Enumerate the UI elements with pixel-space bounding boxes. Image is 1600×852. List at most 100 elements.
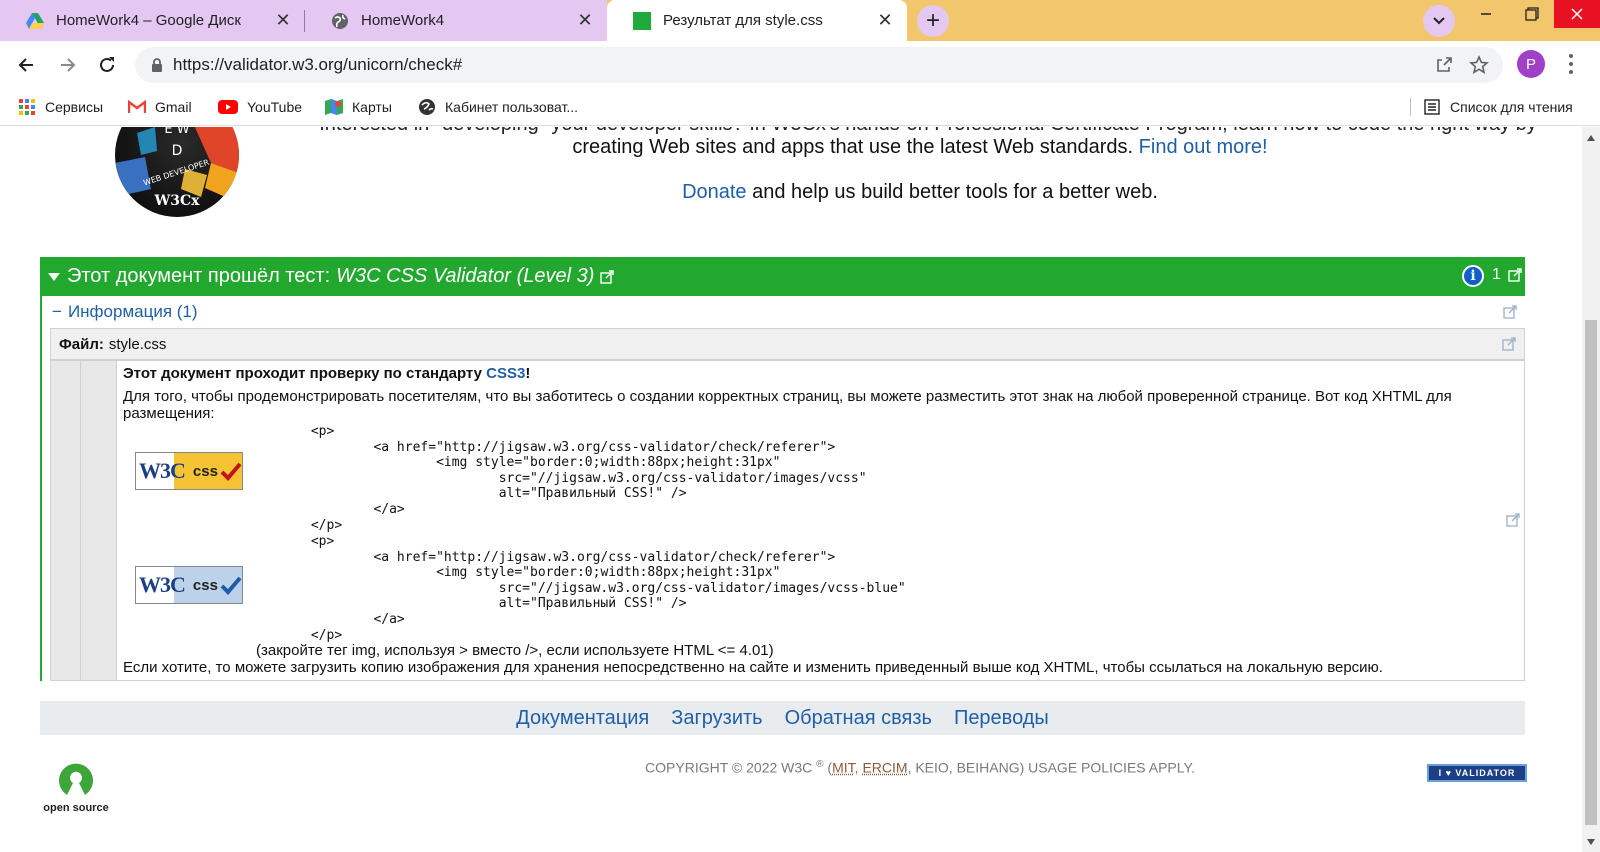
close-icon <box>1571 8 1583 20</box>
result-header[interactable]: Этот документ прошёл тест: W3C CSS Valid… <box>40 257 1525 296</box>
chevron-down-icon <box>1433 17 1445 25</box>
code-snippet-vcss: <p> <a href="http://jigsaw.w3.org/css-va… <box>310 424 867 533</box>
w3cx-developer-logo[interactable]: E W D WEB DEVELOPER W3Cx <box>115 127 239 217</box>
bookmark-label: YouTube <box>247 99 303 115</box>
external-link-icon[interactable] <box>600 269 615 284</box>
external-link-icon[interactable] <box>1502 337 1516 351</box>
tab-title: HomeWork4 <box>361 12 445 29</box>
file-row: Файл: style.css <box>50 328 1525 360</box>
tab-title: HomeWork4 – Google Диск <box>56 12 241 29</box>
message-content: Этот документ проходит проверку по станд… <box>123 361 1518 680</box>
donate-rest-text: and help us build better tools for a bet… <box>746 181 1158 203</box>
collapse-arrow-icon[interactable] <box>48 272 60 281</box>
external-link-icon[interactable] <box>1508 268 1522 282</box>
profile-avatar[interactable]: P <box>1517 50 1545 78</box>
maps-icon <box>325 98 343 116</box>
tab-bar: HomeWork4 – Google Диск ✕ HomeWork4 ✕ Ре… <box>0 0 1600 41</box>
open-source-logo[interactable]: open source <box>40 758 110 814</box>
bookmarks-divider <box>1410 98 1411 116</box>
reading-list-button[interactable]: Список для чтения <box>1423 96 1573 118</box>
page-scrollbar[interactable] <box>1582 127 1600 852</box>
bookmark-label: Карты <box>352 99 392 115</box>
message-title: Этот документ проходит проверку по станд… <box>123 365 530 382</box>
bookmark-cabinet[interactable]: Кабинет пользоват... <box>418 96 578 118</box>
youtube-icon <box>218 98 238 116</box>
back-button[interactable] <box>10 49 42 81</box>
promo-text: creating Web sites and apps that use the… <box>572 136 1134 158</box>
footer-link-documentation[interactable]: Документация <box>516 707 649 730</box>
bookmark-maps[interactable]: Карты <box>325 96 392 118</box>
message-gutter <box>81 361 117 680</box>
info-section-label[interactable]: Информация (1) <box>68 302 198 322</box>
forward-button[interactable] <box>52 49 84 81</box>
promo-text-line1: Interested in "developing" your develope… <box>318 127 1538 136</box>
maximize-button[interactable] <box>1509 0 1555 28</box>
new-tab-button[interactable]: + <box>917 5 949 37</box>
external-link-icon[interactable] <box>1503 305 1517 319</box>
bookmark-gmail[interactable]: Gmail <box>128 96 192 118</box>
external-link-icon[interactable] <box>1506 513 1520 527</box>
bookmarks-bar: Сервисы Gmail YouTube Карты Кабинет поль… <box>0 88 1600 126</box>
message-description: Для того, чтобы продемонстрировать посет… <box>123 388 1452 422</box>
copyright-text: COPYRIGHT © 2022 W3C ® (MIT, ERCIM, KEIO… <box>300 759 1540 776</box>
file-label: Файл: <box>59 335 104 353</box>
scroll-up-arrow-icon[interactable] <box>1587 135 1595 141</box>
svg-text:W3Cx: W3Cx <box>154 193 201 209</box>
copyright-rest: , KEIO, BEIHANG) USAGE POLICIES APPLY. <box>907 759 1195 776</box>
url-text[interactable]: https://validator.w3.org/unicorn/check# <box>173 55 1503 75</box>
tab-close-icon[interactable]: ✕ <box>875 10 895 31</box>
share-icon[interactable] <box>1435 56 1453 79</box>
reading-list-label: Список для чтения <box>1450 99 1573 115</box>
lock-icon[interactable] <box>151 57 163 73</box>
bookmark-apps[interactable]: Сервисы <box>18 96 103 118</box>
bookmark-label: Кабинет пользоват... <box>445 99 578 115</box>
minimize-button[interactable] <box>1463 0 1509 28</box>
tab-close-icon[interactable]: ✕ <box>575 10 595 31</box>
info-section-toggle[interactable]: − Информация (1) <box>42 296 1525 328</box>
address-bar[interactable]: https://validator.w3.org/unicorn/check# <box>135 47 1503 83</box>
svg-text:E W: E W <box>164 127 189 137</box>
close-window-button[interactable] <box>1554 0 1600 28</box>
result-body: − Информация (1) Файл: style.css Этот до… <box>40 296 1525 681</box>
donate-text: Donate and help us build better tools fo… <box>300 181 1540 204</box>
minimize-icon <box>1481 13 1491 15</box>
tab-homework4[interactable]: HomeWork4 ✕ <box>305 0 607 41</box>
apps-grid-icon <box>18 98 36 116</box>
scroll-down-arrow-icon[interactable] <box>1587 839 1595 845</box>
tab-close-icon[interactable]: ✕ <box>273 10 293 31</box>
kebab-menu-icon[interactable] <box>1568 54 1574 74</box>
reading-list-icon <box>1423 98 1441 116</box>
gmail-icon <box>128 98 146 116</box>
i-love-validator-badge[interactable]: I ♥ VALIDATOR <box>1427 764 1527 782</box>
tab-search-button[interactable] <box>1423 5 1455 37</box>
restore-icon <box>1525 7 1539 21</box>
reload-button[interactable] <box>91 49 123 81</box>
scroll-thumb[interactable] <box>1585 320 1597 825</box>
bookmark-star-icon[interactable] <box>1469 55 1489 80</box>
open-source-text: open source <box>43 802 108 814</box>
arrow-right-icon <box>61 58 76 72</box>
info-icon[interactable]: i <box>1462 265 1484 287</box>
tab-google-drive[interactable]: HomeWork4 – Google Диск ✕ <box>0 0 305 41</box>
message-gutter <box>51 361 81 680</box>
arrow-left-icon <box>18 58 33 72</box>
info-toggle-minus[interactable]: − <box>52 302 62 322</box>
bookmark-label: Сервисы <box>45 99 104 115</box>
message-title-text: Этот документ проходит проверку по станд… <box>123 365 487 382</box>
validator-name: W3C CSS Validator (Level 3) <box>336 265 595 287</box>
reload-icon <box>100 57 114 72</box>
code-snippet-vcss-blue: <p> <a href="http://jigsaw.w3.org/css-va… <box>310 534 906 643</box>
footer-link-download[interactable]: Загрузить <box>671 707 762 730</box>
footer-link-translations[interactable]: Переводы <box>954 707 1049 730</box>
info-count: 1 <box>1492 266 1501 283</box>
bookmark-youtube[interactable]: YouTube <box>218 96 302 118</box>
find-out-more-link[interactable]: Find out more! <box>1139 136 1268 158</box>
mit-link[interactable]: MIT <box>832 760 855 776</box>
globe-icon <box>331 12 349 30</box>
footer-link-feedback[interactable]: Обратная связь <box>785 707 932 730</box>
css3-link[interactable]: CSS3 <box>486 365 525 382</box>
page-viewport: E W D WEB DEVELOPER W3Cx Interested in "… <box>0 127 1582 852</box>
tab-validator-result[interactable]: Результат для style.css ✕ <box>607 0 907 41</box>
donate-link[interactable]: Donate <box>682 181 747 203</box>
ercim-link[interactable]: ERCIM <box>862 760 907 776</box>
